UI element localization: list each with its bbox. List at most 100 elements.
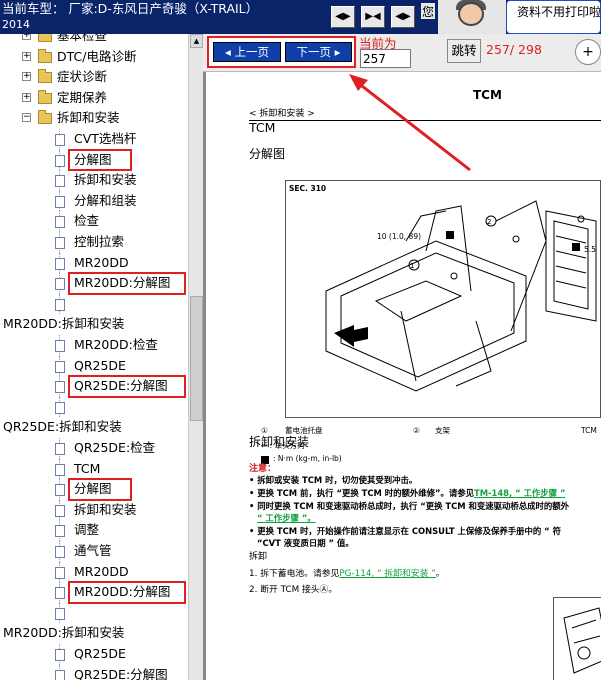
- tree-item[interactable]: 控制拉索: [0, 232, 188, 253]
- tree-item[interactable]: [0, 396, 188, 418]
- page-nav-group: ◂ 上一页 下一页 ▸: [207, 36, 356, 68]
- page-count: 257/ 298: [486, 42, 542, 57]
- tree-item[interactable]: + 基本检查: [0, 34, 188, 47]
- tree-item[interactable]: + 症状诊断: [0, 67, 188, 88]
- page-header: TCM: [473, 88, 502, 102]
- tree-item[interactable]: − 拆卸和安装: [0, 108, 188, 129]
- tree-item[interactable]: QR25DE:拆卸和安装: [0, 417, 188, 438]
- document-icon: [55, 525, 65, 538]
- tree-item[interactable]: CVT选档杆: [0, 129, 188, 150]
- section-exploded-view: 分解图: [249, 147, 286, 161]
- tree-item[interactable]: [0, 293, 188, 315]
- tree-item-label: 基本检查: [57, 34, 108, 43]
- tree-item[interactable]: QR25DE: [0, 644, 188, 665]
- folder-icon: [38, 89, 52, 104]
- tree-item-label: 控制拉索: [74, 234, 125, 249]
- speech-bubble: 资料不用打印啦: [506, 0, 601, 34]
- tree-item[interactable]: QR25DE:分解图: [0, 375, 188, 398]
- nav-last-button[interactable]: ◀▶: [391, 6, 415, 28]
- tree-item[interactable]: QR25DE:检查: [0, 438, 188, 459]
- tree-item[interactable]: 通气管: [0, 541, 188, 562]
- zoom-in-icon[interactable]: +: [575, 39, 601, 65]
- tree-item[interactable]: MR20DD:拆卸和安装: [0, 623, 188, 644]
- page-subtitle: TCM: [249, 120, 276, 135]
- collapse-icon[interactable]: −: [22, 113, 31, 123]
- document-panel: ◂ 上一页 下一页 ▸ 当前为 跳转 257/ 298 + TCM < 拆卸和安…: [203, 34, 601, 680]
- tree-item[interactable]: 拆卸和安装: [0, 499, 188, 521]
- highlight-box: [68, 581, 186, 604]
- document-icon: [55, 566, 65, 579]
- exploded-diagram: SEC. 310 1 2 10 (1.0, 89) 5.5: [285, 180, 601, 418]
- highlight-box: [68, 148, 132, 172]
- current-model-label: 当前车型： 厂家:D-东风日产奇骏（X-TRAIL）: [2, 1, 259, 16]
- expand-icon[interactable]: +: [22, 51, 31, 61]
- tree-item[interactable]: MR20DD: [0, 252, 188, 274]
- section-removal-installation: 拆卸和安装: [249, 435, 310, 449]
- note-2: • 更换 TCM 前，执行 “更换 TCM 时的额外维修”。请参见TM-148,…: [249, 488, 565, 499]
- tree-item-label: 拆卸和安装: [74, 172, 137, 188]
- expand-icon[interactable]: +: [22, 72, 31, 82]
- tree-item[interactable]: TCM: [0, 458, 188, 480]
- document-icon: [55, 443, 65, 455]
- step-1-text: 1. 拆下蓄电池。请参见: [249, 569, 340, 579]
- expand-icon[interactable]: +: [22, 92, 31, 102]
- nav-middle-button[interactable]: ▶◀: [361, 6, 385, 28]
- page-number-input[interactable]: [360, 49, 411, 68]
- document-icon: [55, 216, 65, 229]
- tree-scrollbar[interactable]: ▲: [188, 34, 203, 680]
- model-year: 2014: [2, 18, 30, 31]
- pg114-link[interactable]: PG-114, “ 拆卸和安装 ”: [339, 569, 435, 579]
- tree-item-label: QR25DE: [74, 357, 126, 373]
- note-4: • 更换 TCM 时，开始操作前请注意显示在 CONSULT 上保修及保养手册中…: [249, 526, 561, 536]
- prev-page-label: 上一页: [234, 45, 269, 59]
- prev-page-button[interactable]: ◂ 上一页: [213, 42, 281, 62]
- svg-text:2: 2: [487, 218, 491, 226]
- tm148-link[interactable]: TM-148, “ 工作步骤 ”: [474, 488, 565, 498]
- nav-first-button[interactable]: ◀▶: [331, 6, 355, 28]
- scrollbar-thumb[interactable]: [190, 296, 203, 421]
- tree-item[interactable]: + DTC/电路诊断: [0, 47, 188, 68]
- torque-icon: [261, 456, 269, 464]
- tree-item-label: 调整: [74, 522, 100, 538]
- tree-item[interactable]: 分解图: [0, 148, 188, 172]
- folder-icon: [38, 110, 52, 125]
- scroll-up-arrow-icon[interactable]: ▲: [190, 34, 203, 48]
- tree-item[interactable]: 分解和组装: [0, 190, 188, 212]
- tree-item[interactable]: [0, 602, 188, 624]
- tree-item[interactable]: MR20DD:拆卸和安装: [0, 314, 188, 335]
- document-icon: [55, 175, 65, 188]
- tree-item[interactable]: MR20DD: [0, 561, 188, 583]
- document-icon: [55, 381, 65, 394]
- document-icon: [55, 360, 65, 373]
- tree-item-label: 分解和组装: [74, 192, 137, 208]
- next-page-button[interactable]: 下一页 ▸: [285, 42, 352, 62]
- connector-diagram: [553, 597, 601, 680]
- legend-2-number: ②: [413, 426, 420, 435]
- expand-icon[interactable]: +: [22, 34, 31, 40]
- next-arrow-icon: ▸: [331, 45, 341, 59]
- page-edge: [203, 72, 206, 680]
- tree-item[interactable]: MR20DD:分解图: [0, 581, 188, 604]
- document-icon: [55, 463, 65, 476]
- tree-item-label: MR20DD: [74, 563, 129, 579]
- tree-item[interactable]: MR20DD:检查: [0, 335, 188, 356]
- tree-item[interactable]: 调整: [0, 520, 188, 541]
- folder-icon: [38, 69, 52, 84]
- tree-item-label: MR20DD:拆卸和安装: [3, 316, 125, 332]
- document-icon: [55, 587, 65, 600]
- tree-item[interactable]: 检查: [0, 211, 188, 232]
- jump-button[interactable]: 跳转: [447, 39, 481, 63]
- work-steps-link[interactable]: “ 工作步骤 ”。: [257, 513, 316, 524]
- tree-item-label: 拆卸和安装: [74, 501, 137, 517]
- tree-item-label: 检查: [74, 213, 100, 229]
- tree-item[interactable]: MR20DD:分解图: [0, 272, 188, 295]
- mascot-icon: [438, 0, 506, 34]
- tree-item[interactable]: 分解图: [0, 478, 188, 501]
- tree-item[interactable]: + 定期保养: [0, 88, 188, 109]
- tree-item[interactable]: 拆卸和安装: [0, 170, 188, 191]
- note-2-text: • 更换 TCM 前，执行 “更换 TCM 时的额外维修”。请参见: [249, 488, 474, 498]
- side-text: 您: [421, 3, 436, 19]
- tree-item-label: DTC/电路诊断: [57, 48, 137, 64]
- tree-item[interactable]: QR25DE: [0, 355, 188, 377]
- tree-item[interactable]: QR25DE:分解图: [0, 664, 188, 680]
